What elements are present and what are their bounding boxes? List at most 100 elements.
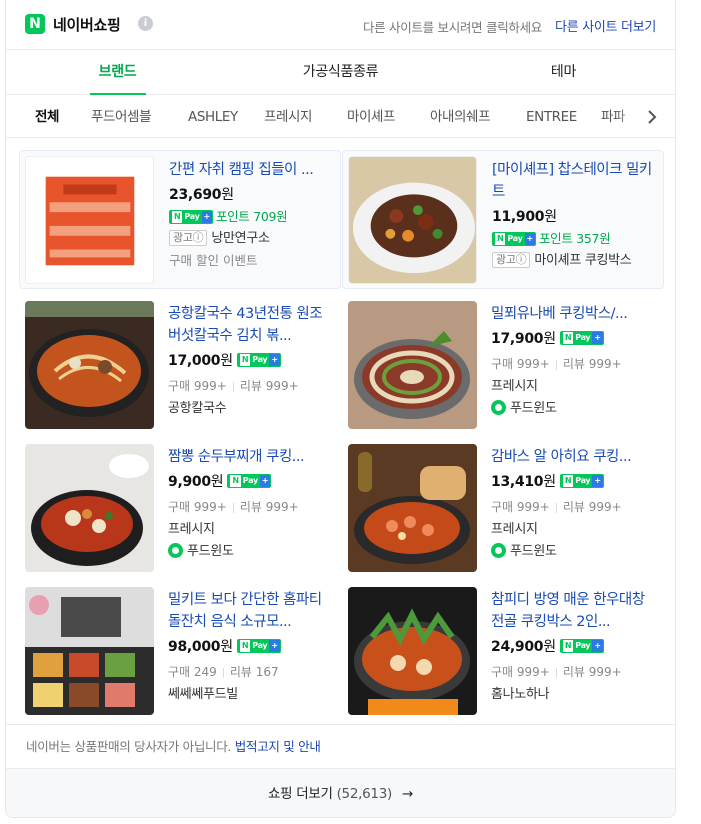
notice-text: 네이버는 상품판매의 당사자가 아닙니다.: [26, 739, 232, 754]
more-count: (52,613): [336, 786, 393, 802]
shopping-panel: N 네이버쇼핑 i 다른 사이트를 보시려면 클릭하세요 다른 사이트 더보기 …: [5, 0, 676, 818]
product-image-art: [25, 301, 154, 429]
review-link[interactable]: 리뷰 999+: [563, 665, 622, 679]
chip-food-assemble[interactable]: 푸드어셈블: [91, 96, 152, 137]
naver-logo-icon: N: [25, 14, 45, 34]
product-seller[interactable]: 홈나노하나: [491, 684, 657, 706]
product-info: 간편 자취 캠핑 집들이 ... 23,690원 N Pay + 포인트 709원 광…: [169, 159, 335, 272]
product-info: 짬뽕 순두부찌개 쿠킹... 9,900원 N Pay + 구매 999+ 리뷰 999…: [168, 446, 334, 563]
product-info: [마이셰프] 찹스테이크 밀키트 11,900원 N Pay + 포인트 357원 광…: [492, 159, 658, 272]
naverpay-points: N Pay + 포인트 357원: [492, 228, 658, 250]
chip-ashley[interactable]: ASHLEY: [188, 96, 238, 137]
chip-mychef[interactable]: 마이셰프: [347, 96, 395, 137]
product-card[interactable]: 간편 자취 캠핑 집들이 ... 23,690원 N Pay + 포인트 709원 광…: [19, 150, 341, 289]
product-card[interactable]: 감바스 알 아히요 쿠킹... 13,410원 N Pay + 구매 999+ 리뷰 9…: [342, 438, 664, 575]
product-seller[interactable]: 프레시지: [491, 519, 657, 541]
naverpay-badge: N Pay +: [559, 639, 604, 653]
product-stats: 구매 249 리뷰 167: [168, 665, 279, 679]
product-seller[interactable]: 쎄쎄쎄푸드빌: [168, 684, 334, 706]
product-card[interactable]: 참피디 방영 매운 한우대창전골 쿠킹박스 2인... 24,900원 N Pay +…: [342, 581, 664, 718]
product-info: 감바스 알 아히요 쿠킹... 13,410원 N Pay + 구매 999+ 리뷰 9…: [491, 446, 657, 563]
product-image-art: [26, 157, 153, 283]
product-price: 17,000원 N Pay +: [168, 350, 334, 372]
product-image[interactable]: [348, 156, 477, 284]
product-card[interactable]: 밀푀유나베 쿠킹박스/... 17,900원 N Pay + 구매 999+ 리뷰 99…: [342, 295, 664, 432]
product-price: 9,900원 N Pay +: [168, 471, 334, 493]
info-icon[interactable]: i: [138, 16, 153, 31]
product-image[interactable]: [348, 587, 477, 715]
panel-title[interactable]: 네이버쇼핑: [53, 14, 121, 35]
review-link[interactable]: 리뷰 999+: [563, 500, 622, 514]
food-window-seller[interactable]: 푸드윈도: [491, 398, 657, 420]
product-seller[interactable]: 프레시지: [491, 376, 657, 398]
naverpay-badge: N Pay +: [559, 474, 604, 488]
product-info: 공항칼국수 43년전통 원조버섯칼국수 김치 볶... 17,000원 N Pay +…: [168, 303, 334, 420]
food-window-seller[interactable]: 푸드윈도: [168, 541, 334, 563]
naverpay-badge: N Pay +: [227, 474, 272, 488]
product-image[interactable]: [25, 156, 154, 284]
product-image[interactable]: [25, 444, 154, 572]
product-event[interactable]: 구매 할인 이벤트: [169, 250, 335, 272]
product-seller[interactable]: 공항칼국수: [168, 398, 334, 420]
product-card[interactable]: 공항칼국수 43년전통 원조버섯칼국수 김치 볶... 17,000원 N Pay +…: [19, 295, 341, 432]
naverpay-badge: N Pay +: [236, 639, 281, 653]
chip-fresheasy[interactable]: 프레시지: [264, 96, 312, 137]
review-link[interactable]: 리뷰 167: [230, 665, 279, 679]
product-image[interactable]: [25, 587, 154, 715]
product-image[interactable]: [348, 301, 477, 429]
product-stats: 구매 999+ 리뷰 999+: [168, 379, 299, 393]
product-image-art: [348, 301, 477, 429]
product-price: 13,410원 N Pay +: [491, 471, 657, 493]
product-stats: 구매 999+ 리뷰 999+: [168, 500, 299, 514]
product-title[interactable]: 참피디 방영 매운 한우대창전골 쿠킹박스 2인...: [491, 589, 657, 633]
product-title[interactable]: 공항칼국수 43년전통 원조버섯칼국수 김치 볶...: [168, 303, 334, 347]
product-image[interactable]: [25, 301, 154, 429]
brand-filter-chips: 전체 푸드어셈블 ASHLEY 프레시지 마이셰프 아내의쉐프 ENTREE 파…: [6, 96, 675, 138]
product-info: 밀푀유나베 쿠킹박스/... 17,900원 N Pay + 구매 999+ 리뷰 99…: [491, 303, 657, 420]
product-image-art: [348, 444, 477, 572]
product-image-art: [349, 157, 476, 283]
naverpay-badge: N Pay +: [559, 331, 604, 345]
product-image-art: [25, 444, 154, 572]
product-seller: 광고ⓘ 낭만연구소: [169, 228, 335, 250]
product-title[interactable]: 밀키트 보다 간단한 홈파티 돌잔치 음식 소규모...: [168, 589, 334, 633]
naverpay-badge: N Pay +: [236, 353, 281, 367]
food-window-icon: [491, 543, 506, 558]
ad-badge[interactable]: 광고ⓘ: [169, 229, 208, 246]
product-title[interactable]: [마이셰프] 찹스테이크 밀키트: [492, 159, 658, 203]
food-window-seller[interactable]: 푸드윈도: [491, 541, 657, 563]
product-card[interactable]: [마이셰프] 찹스테이크 밀키트 11,900원 N Pay + 포인트 357원 광…: [342, 150, 664, 289]
product-title[interactable]: 짬뽕 순두부찌개 쿠킹...: [168, 446, 334, 468]
review-link[interactable]: 리뷰 999+: [240, 500, 299, 514]
product-title[interactable]: 감바스 알 아히요 쿠킹...: [491, 446, 657, 468]
product-seller: 광고ⓘ 마이셰프 쿠킹박스: [492, 250, 658, 272]
product-card[interactable]: 짬뽕 순두부찌개 쿠킹... 9,900원 N Pay + 구매 999+ 리뷰 999…: [19, 438, 341, 575]
product-card[interactable]: 밀키트 보다 간단한 홈파티 돌잔치 음식 소규모... 98,000원 N Pay…: [19, 581, 341, 718]
naverpay-badge: N Pay +: [492, 231, 536, 246]
chip-all[interactable]: 전체: [35, 96, 59, 137]
product-price: 23,690원: [169, 187, 234, 203]
food-window-icon: [168, 543, 183, 558]
product-info: 밀키트 보다 간단한 홈파티 돌잔치 음식 소규모... 98,000원 N Pay…: [168, 589, 334, 706]
shopping-more-button[interactable]: 쇼핑 더보기 (52,613) →: [6, 768, 675, 817]
product-image[interactable]: [348, 444, 477, 572]
product-title[interactable]: 밀푀유나베 쿠킹박스/...: [491, 303, 657, 325]
product-price: 17,900원 N Pay +: [491, 328, 657, 350]
tab-brand[interactable]: 브랜드: [6, 50, 229, 95]
legal-notice-link[interactable]: 법적고지 및 안내: [235, 739, 321, 754]
review-link[interactable]: 리뷰 999+: [240, 379, 299, 393]
ad-badge[interactable]: 광고ⓘ: [492, 251, 531, 268]
product-seller[interactable]: 프레시지: [168, 519, 334, 541]
more-sites-link[interactable]: 다른 사이트 더보기: [555, 16, 656, 35]
chip-wifes-chef[interactable]: 아내의쉐프: [430, 96, 491, 137]
chevron-right-icon[interactable]: [645, 109, 659, 125]
category-tabs: 브랜드 가공식품종류 테마: [6, 50, 675, 95]
product-stats: 구매 999+ 리뷰 999+: [491, 665, 622, 679]
more-label: 쇼핑 더보기: [268, 786, 333, 802]
tab-processed-food[interactable]: 가공식품종류: [229, 50, 452, 94]
review-link[interactable]: 리뷰 999+: [563, 357, 622, 371]
tab-theme[interactable]: 테마: [452, 50, 675, 94]
product-title[interactable]: 간편 자취 캠핑 집들이 ...: [169, 159, 335, 181]
chip-entree[interactable]: ENTREE: [526, 96, 577, 137]
product-price: 98,000원 N Pay +: [168, 636, 334, 658]
